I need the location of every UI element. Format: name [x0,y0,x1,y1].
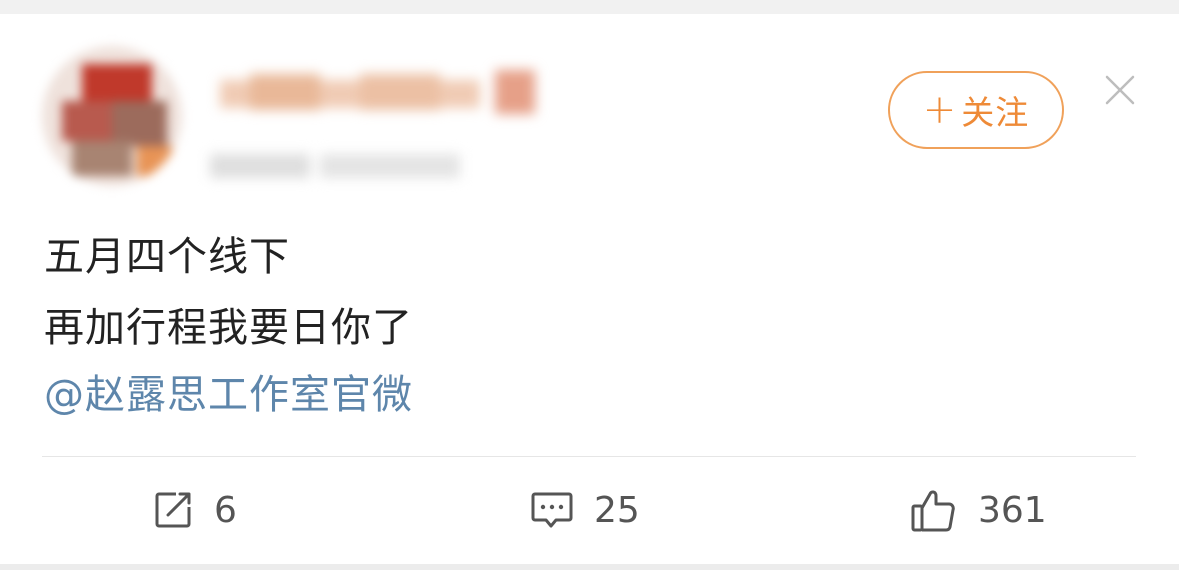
mention-link[interactable]: @赵露思工作室官微 [44,362,413,420]
repost-count: 6 [214,489,237,531]
post-text-line: 五月四个线下 [44,234,290,280]
avatar-block [72,141,132,176]
post-text-line: 再加行程我要日你了 [44,305,413,351]
avatar-block [82,64,152,104]
post-meta-obscured [210,146,472,186]
like-button[interactable]: 361 [910,486,1047,534]
like-icon [910,486,958,534]
bottom-separator [0,564,1179,570]
avatar[interactable] [42,46,182,186]
username-obscured[interactable] [210,60,550,124]
plus-icon: + [922,87,958,133]
repost-icon [152,489,194,531]
comment-button[interactable]: 25 [530,486,640,534]
repost-button[interactable]: 6 [152,486,237,534]
comment-count: 25 [594,489,640,531]
divider [42,456,1136,457]
follow-label: 关注 [961,93,1030,132]
comment-icon [530,488,574,532]
avatar-block [137,146,172,176]
follow-button[interactable]: + 关注 [888,71,1064,149]
avatar-block [112,101,167,146]
top-separator [0,0,1179,14]
close-icon[interactable] [1102,72,1138,108]
like-count: 361 [978,489,1047,531]
